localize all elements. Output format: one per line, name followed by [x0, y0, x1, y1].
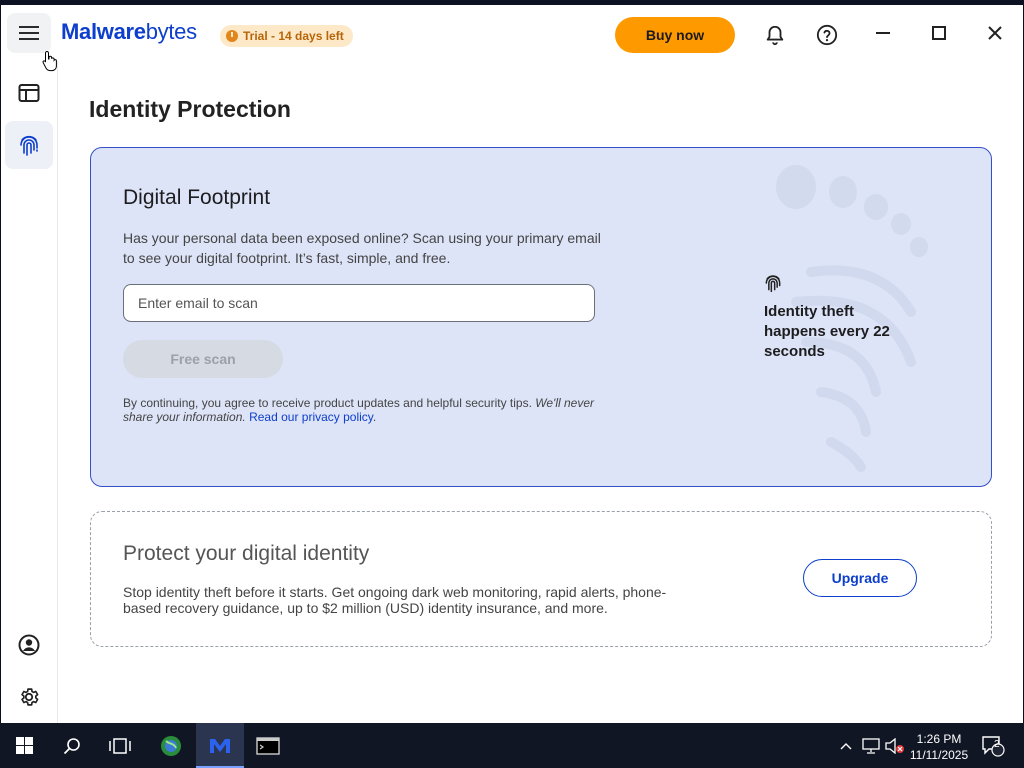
settings-icon — [21, 688, 39, 706]
search-icon — [63, 737, 80, 754]
clock-date: 11/11/2025 — [909, 748, 969, 762]
notification-icon — [982, 735, 1005, 757]
buy-now-button[interactable]: Buy now — [615, 17, 735, 53]
main-content: Identity Protection Digital Footprint Ha… — [58, 61, 1023, 723]
windows-icon — [15, 737, 33, 754]
digital-footprint-heading: Digital Footprint — [123, 186, 271, 209]
identity-theft-stat: Identity theft happens every 22 seconds — [764, 303, 890, 360]
bell-icon — [766, 25, 784, 46]
app-window: Malwarebytes Trial - 14 days left Buy no… — [1, 5, 1023, 723]
taskbar-clock[interactable]: 1:26 PM 11/11/2025 — [905, 731, 973, 763]
browser-icon — [161, 735, 181, 756]
tray-volume[interactable] — [884, 723, 906, 768]
clock-time: 1:26 PM — [916, 732, 962, 746]
volume-muted-icon — [885, 737, 904, 754]
upgrade-button[interactable]: Upgrade — [803, 559, 917, 597]
privacy-policy-link[interactable]: Read our privacy policy — [249, 410, 373, 424]
notifications-button[interactable] — [763, 23, 787, 47]
dashboard-icon — [18, 84, 40, 102]
taskbar-app-browser[interactable] — [147, 723, 195, 768]
close-icon — [988, 26, 1002, 40]
maximize-button[interactable] — [927, 21, 951, 45]
sidebar-item-identity[interactable] — [5, 121, 53, 169]
digital-footprint-card: Digital Footprint Has your personal data… — [90, 147, 992, 487]
task-view-icon — [109, 737, 131, 754]
menu-button[interactable] — [7, 13, 51, 53]
digital-footprint-description: Has your personal data been exposed onli… — [123, 230, 601, 266]
consent-text: By continuing, you agree to receive prod… — [123, 396, 595, 424]
network-icon — [862, 737, 880, 754]
hamburger-icon — [19, 26, 39, 40]
task-view-button[interactable] — [96, 723, 144, 768]
fingerprint-icon — [765, 275, 781, 293]
taskbar: 1:26 PM 11/11/2025 2 — [0, 723, 1024, 768]
taskbar-app-terminal[interactable] — [244, 723, 292, 768]
title-bar: Malwarebytes Trial - 14 days left Buy no… — [1, 5, 1023, 61]
protect-identity-description: Stop identity theft before it starts. Ge… — [123, 584, 667, 616]
hand-cursor-icon — [42, 50, 57, 72]
app-logo: Malwarebytes — [61, 19, 197, 44]
page-title: Identity Protection — [89, 96, 291, 122]
sidebar-item-settings[interactable] — [5, 673, 53, 721]
help-icon — [816, 24, 838, 46]
fingerprint-icon — [20, 135, 38, 156]
notification-count: 2 — [994, 739, 1000, 750]
taskbar-app-malwarebytes[interactable] — [196, 723, 244, 768]
protect-identity-card: Protect your digital identity Stop ident… — [90, 511, 992, 647]
tray-overflow-button[interactable] — [836, 723, 856, 768]
trial-badge: Trial - 14 days left — [220, 25, 353, 47]
close-button[interactable] — [983, 21, 1007, 45]
terminal-icon — [256, 736, 280, 755]
start-button[interactable] — [0, 723, 48, 768]
minimize-button[interactable] — [871, 21, 895, 45]
protect-identity-heading: Protect your digital identity — [123, 542, 370, 565]
sidebar — [1, 61, 58, 723]
free-scan-button[interactable]: Free scan — [123, 340, 283, 378]
sidebar-item-dashboard[interactable] — [5, 69, 53, 117]
chevron-up-icon — [840, 742, 852, 749]
action-center-button[interactable]: 2 — [978, 723, 1008, 768]
malwarebytes-icon — [210, 738, 230, 753]
trial-badge-text: Trial - 14 days left — [243, 29, 344, 43]
account-icon — [18, 634, 40, 656]
email-input[interactable] — [123, 284, 595, 322]
maximize-icon — [932, 26, 946, 40]
tray-network[interactable] — [860, 723, 882, 768]
minimize-icon — [876, 32, 890, 34]
sidebar-item-account[interactable] — [5, 621, 53, 669]
clock-icon — [226, 30, 238, 42]
search-button[interactable] — [48, 723, 96, 768]
help-button[interactable] — [815, 23, 839, 47]
